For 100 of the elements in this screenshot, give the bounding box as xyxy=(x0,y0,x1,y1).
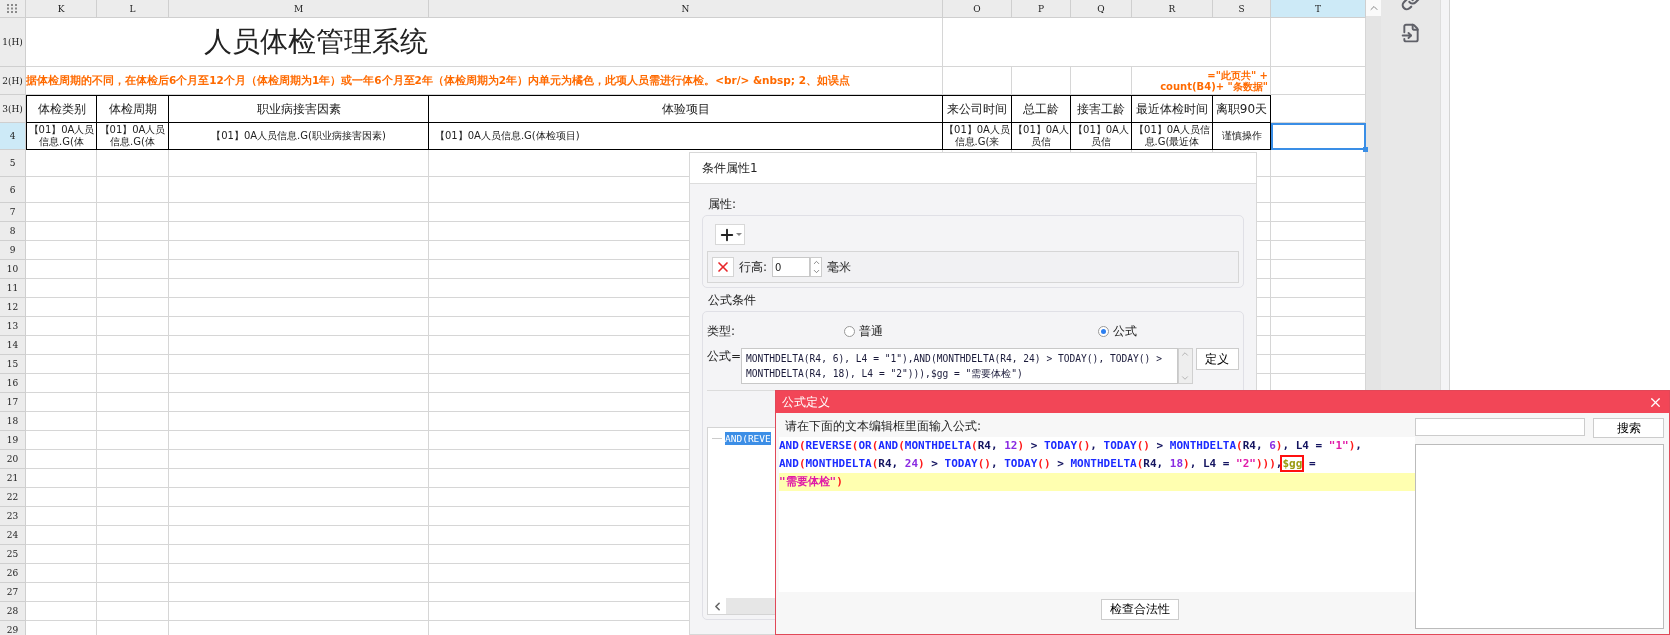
row-header[interactable]: 1(H) xyxy=(0,18,26,67)
column-header[interactable]: K xyxy=(26,0,97,18)
empty-cell[interactable] xyxy=(97,260,169,279)
empty-cell[interactable] xyxy=(169,177,429,203)
empty-cell[interactable] xyxy=(97,450,169,469)
row-header[interactable]: 2(H) xyxy=(0,67,26,95)
radio-button[interactable]: 普通 xyxy=(844,322,883,340)
row-header[interactable]: 13 xyxy=(0,317,26,336)
row-header[interactable]: 18 xyxy=(0,412,26,431)
empty-cell[interactable] xyxy=(169,469,429,488)
empty-cell[interactable] xyxy=(97,298,169,317)
spinner-control[interactable] xyxy=(810,257,823,277)
row-header[interactable]: 28 xyxy=(0,602,26,621)
column-header[interactable]: T xyxy=(1271,0,1366,18)
empty-cell[interactable] xyxy=(97,488,169,507)
row-header[interactable]: 9 xyxy=(0,241,26,260)
row-header[interactable]: 17 xyxy=(0,393,26,412)
empty-cell[interactable] xyxy=(97,355,169,374)
scrollbar[interactable] xyxy=(1178,348,1193,384)
empty-cell[interactable] xyxy=(97,526,169,545)
empty-cell[interactable] xyxy=(169,526,429,545)
empty-cell[interactable] xyxy=(97,431,169,450)
empty-cell[interactable] xyxy=(169,431,429,450)
row-header[interactable]: 26 xyxy=(0,564,26,583)
empty-cell[interactable] xyxy=(97,150,169,177)
column-header[interactable]: R xyxy=(1132,0,1213,18)
empty-cell[interactable] xyxy=(97,374,169,393)
row-header[interactable]: 24 xyxy=(0,526,26,545)
search-field[interactable] xyxy=(1415,418,1585,436)
delete-button[interactable] xyxy=(712,257,734,277)
empty-cell[interactable] xyxy=(97,336,169,355)
column-header[interactable]: P xyxy=(1012,0,1071,18)
column-header[interactable]: M xyxy=(169,0,429,18)
selected-cell[interactable] xyxy=(1271,123,1366,150)
fill-handle[interactable] xyxy=(1363,147,1368,152)
number-field[interactable]: 0 xyxy=(772,257,811,277)
empty-cell[interactable] xyxy=(97,564,169,583)
row-header[interactable]: 23 xyxy=(0,507,26,526)
row-header[interactable]: 21 xyxy=(0,469,26,488)
empty-cell[interactable] xyxy=(97,203,169,222)
check-button[interactable]: 检查合法性 xyxy=(1100,599,1179,620)
radio-button[interactable]: 公式 xyxy=(1098,322,1137,340)
row-header[interactable]: 22 xyxy=(0,488,26,507)
row-header[interactable]: 29 xyxy=(0,621,26,635)
empty-cell[interactable] xyxy=(943,67,1012,95)
column-header[interactable]: O xyxy=(943,0,1012,18)
empty-cell[interactable] xyxy=(169,298,429,317)
row-header[interactable]: 6 xyxy=(0,177,26,203)
column-header[interactable]: S xyxy=(1213,0,1271,18)
empty-cell[interactable] xyxy=(97,177,169,203)
empty-cell[interactable] xyxy=(169,355,429,374)
function-list[interactable] xyxy=(1415,444,1664,629)
empty-cell[interactable] xyxy=(97,279,169,298)
empty-cell[interactable] xyxy=(97,222,169,241)
empty-cell[interactable] xyxy=(1071,67,1132,95)
row-header[interactable]: 12 xyxy=(0,298,26,317)
column-header[interactable]: Q xyxy=(1071,0,1132,18)
row-header[interactable]: 3(H) xyxy=(0,95,26,123)
empty-cell[interactable] xyxy=(169,150,429,177)
empty-cell[interactable] xyxy=(169,564,429,583)
row-header[interactable]: 15 xyxy=(0,355,26,374)
row-header[interactable]: 20 xyxy=(0,450,26,469)
search-button[interactable]: 搜索 xyxy=(1593,418,1664,438)
row-header[interactable]: 5 xyxy=(0,150,26,177)
row-header[interactable]: 25 xyxy=(0,545,26,564)
column-header[interactable]: N xyxy=(429,0,943,18)
empty-cell[interactable] xyxy=(97,317,169,336)
empty-cell[interactable] xyxy=(169,393,429,412)
empty-cell[interactable] xyxy=(169,507,429,526)
row-header[interactable]: 27 xyxy=(0,583,26,602)
row-header[interactable]: 19 xyxy=(0,431,26,450)
empty-cell[interactable] xyxy=(97,469,169,488)
empty-cell[interactable] xyxy=(97,583,169,602)
empty-cell[interactable] xyxy=(97,241,169,260)
empty-cell[interactable] xyxy=(169,450,429,469)
empty-cell[interactable] xyxy=(169,602,429,621)
empty-cell[interactable] xyxy=(943,18,1271,67)
empty-cell[interactable] xyxy=(169,241,429,260)
row-header[interactable]: 16 xyxy=(0,374,26,393)
row-header[interactable]: 7 xyxy=(0,203,26,222)
empty-cell[interactable] xyxy=(169,545,429,564)
empty-cell[interactable] xyxy=(169,412,429,431)
code-editor[interactable]: AND(REVERSE(OR(AND(MONTHDELTA(R4, 12) > TODAY(), TODAY() > MONTHDELTA(R4, 6), L4 = "1"), AND(MONTHDELTA(R4, 24) > TODAY(), TODAY() > MONTHDELTA(R4, 18), L4 = "2"))),$gg = "需要体检") xyxy=(779,437,1415,592)
empty-cell[interactable] xyxy=(169,222,429,241)
row-header[interactable]: 10 xyxy=(0,260,26,279)
empty-cell[interactable] xyxy=(97,602,169,621)
empty-cell[interactable] xyxy=(169,374,429,393)
empty-cell[interactable] xyxy=(97,393,169,412)
empty-cell[interactable] xyxy=(1012,67,1071,95)
row-header[interactable]: 8 xyxy=(0,222,26,241)
empty-cell[interactable] xyxy=(97,507,169,526)
row-header[interactable]: 4 xyxy=(0,123,26,150)
add-button[interactable] xyxy=(715,224,745,245)
empty-cell[interactable] xyxy=(169,317,429,336)
empty-cell[interactable] xyxy=(169,260,429,279)
formula-field[interactable]: MONTHDELTA(R4, 6), L4 = "1"),AND(MONTHDELTA(R4, 24) > TODAY(), TODAY() > MONTHDELTA(R4, 18), L4 = "2"))),$gg = "需要体检") xyxy=(741,348,1179,384)
row-header[interactable]: 14 xyxy=(0,336,26,355)
row-header[interactable]: 11 xyxy=(0,279,26,298)
empty-cell[interactable] xyxy=(97,545,169,564)
empty-cell[interactable] xyxy=(169,279,429,298)
